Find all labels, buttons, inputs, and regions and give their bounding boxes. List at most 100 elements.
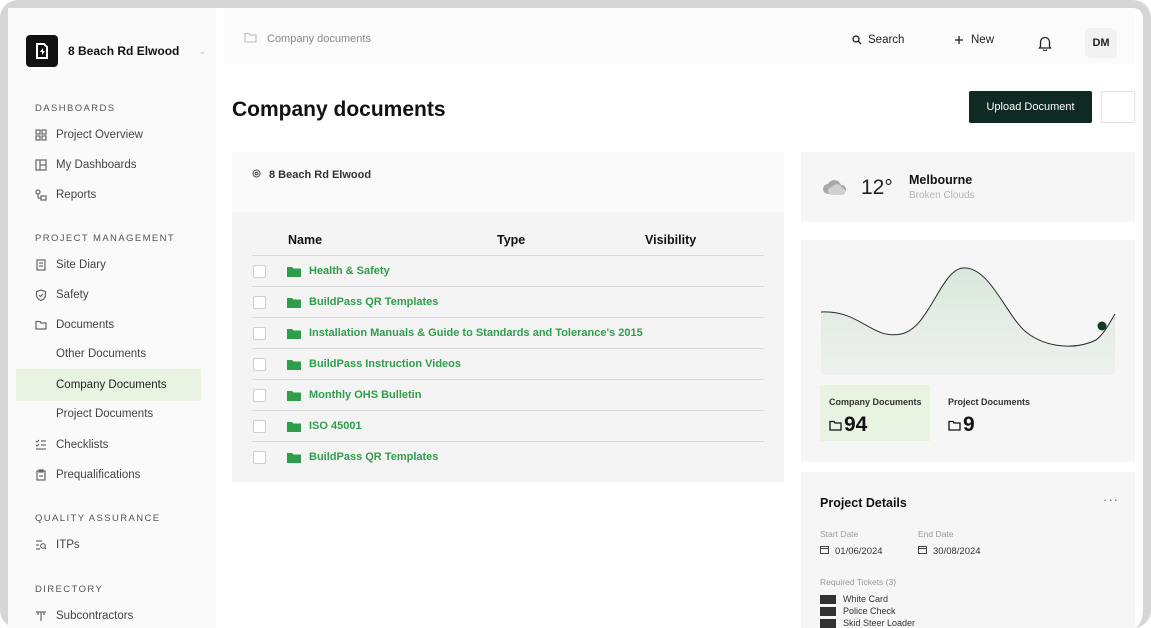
- row-checkbox[interactable]: [253, 419, 266, 433]
- more-options-icon[interactable]: ···: [1103, 492, 1119, 507]
- chevron-down-icon: ⌄: [198, 45, 206, 56]
- sidebar: 8 Beach Rd Elwood ⌄ DASHBOARDS Project O…: [8, 8, 216, 628]
- table-row[interactable]: BuildPass QR Templates: [252, 286, 764, 317]
- nav-label: Subcontractors: [56, 610, 134, 622]
- nav-reports[interactable]: Reports: [35, 183, 210, 207]
- search-label: Search: [868, 34, 905, 46]
- section-directory: DIRECTORY: [35, 584, 104, 595]
- avatar[interactable]: DM: [1085, 28, 1117, 58]
- table-row[interactable]: Monthly OHS Bulletin: [252, 379, 764, 410]
- table-row[interactable]: BuildPass QR Templates: [252, 441, 764, 472]
- nav-safety[interactable]: Safety: [35, 283, 210, 307]
- column-header-visibility[interactable]: Visibility: [645, 233, 696, 247]
- column-header-name[interactable]: Name: [288, 233, 322, 247]
- company-count: 94: [844, 413, 868, 436]
- folder-icon: [287, 266, 301, 277]
- notifications-button[interactable]: [1038, 35, 1052, 51]
- nav-prequalifications[interactable]: Prequalifications: [35, 463, 210, 487]
- nav-project-documents[interactable]: Project Documents: [56, 402, 153, 426]
- stat-label: Company Documents: [829, 397, 922, 407]
- project-switcher[interactable]: 8 Beach Rd Elwood ⌄: [26, 34, 206, 68]
- trend-sparkline: [820, 267, 1116, 375]
- table-row[interactable]: Health & Safety: [252, 255, 764, 286]
- ticket-badge: [820, 618, 836, 628]
- nav-site-diary[interactable]: Site Diary: [35, 253, 210, 277]
- nav-label: ITPs: [56, 539, 80, 551]
- row-checkbox[interactable]: [253, 450, 266, 464]
- table-row[interactable]: BuildPass Instruction Videos: [252, 348, 764, 379]
- itp-icon: [35, 539, 48, 552]
- stat-value: 94: [829, 413, 867, 437]
- location-pin-icon: [252, 169, 261, 181]
- folder-icon: [287, 328, 301, 339]
- nav-itps[interactable]: ITPs: [35, 533, 210, 557]
- breadcrumb[interactable]: Company documents: [244, 32, 371, 46]
- nav-label: Project Overview: [56, 129, 143, 141]
- nav-company-documents[interactable]: Company Documents: [56, 373, 167, 397]
- subcontractor-icon: [35, 610, 48, 623]
- stat-value: 9: [948, 413, 975, 437]
- nav-label: Checklists: [56, 439, 109, 451]
- nav-documents[interactable]: Documents: [35, 313, 210, 337]
- reports-icon: [35, 188, 48, 202]
- row-name[interactable]: Health & Safety: [309, 265, 390, 277]
- row-checkbox[interactable]: [253, 295, 266, 309]
- folder-icon: [829, 413, 842, 437]
- column-header-type[interactable]: Type: [497, 233, 525, 247]
- row-name[interactable]: BuildPass QR Templates: [309, 451, 438, 463]
- search-button[interactable]: Search: [852, 34, 904, 46]
- folder-icon: [287, 452, 301, 463]
- end-date: 30/08/2024: [918, 545, 981, 557]
- end-date-value: 30/08/2024: [933, 545, 981, 557]
- folder-icon: [287, 359, 301, 370]
- new-button[interactable]: New: [954, 34, 994, 46]
- row-name[interactable]: Installation Manuals & Guide to Standard…: [309, 327, 643, 339]
- nav-project-overview[interactable]: Project Overview: [35, 123, 210, 147]
- ticket-badge: [820, 594, 836, 604]
- row-checkbox[interactable]: [253, 388, 266, 402]
- nav-checklists[interactable]: Checklists: [35, 433, 210, 457]
- nav-label: Reports: [56, 189, 97, 201]
- row-name[interactable]: BuildPass QR Templates: [309, 296, 438, 308]
- weather-city: Melbourne: [909, 173, 973, 187]
- row-checkbox[interactable]: [253, 357, 266, 371]
- weather-condition: Broken Clouds: [909, 190, 975, 201]
- folder-icon: [287, 297, 301, 308]
- row-name[interactable]: ISO 45001: [309, 420, 362, 432]
- trend-point[interactable]: [1097, 321, 1107, 331]
- project-documents-stat[interactable]: Project Documents 9: [939, 385, 1049, 441]
- stat-label: Project Documents: [948, 397, 1031, 407]
- documents-panel: 8 Beach Rd Elwood Name Type Visibility H…: [232, 152, 784, 482]
- clipboard-icon: [35, 468, 48, 482]
- row-name[interactable]: Monthly OHS Bulletin: [309, 389, 421, 401]
- start-date-label: Start Date: [820, 529, 859, 539]
- ticket-label: Skid Steer Loader: [843, 618, 916, 628]
- grid-icon: [35, 128, 48, 142]
- location-text: 8 Beach Rd Elwood: [269, 169, 372, 181]
- row-checkbox[interactable]: [253, 264, 266, 278]
- options-button[interactable]: [1101, 91, 1135, 123]
- ticket-label: White Card: [843, 594, 889, 604]
- nav-label: Site Diary: [56, 259, 106, 271]
- required-tickets-label: Required Tickets (3): [820, 577, 897, 587]
- row-checkbox[interactable]: [253, 326, 266, 340]
- nav-other-documents[interactable]: Other Documents: [56, 342, 146, 366]
- checklist-icon: [35, 439, 48, 452]
- folder-icon: [287, 421, 301, 432]
- nav-label: My Dashboards: [56, 159, 137, 171]
- section-project-management: PROJECT MANAGEMENT: [35, 233, 176, 244]
- ticket-label: Police Check: [843, 606, 896, 616]
- ticket-item: Police Check: [820, 606, 896, 616]
- brand-logo: [26, 35, 58, 67]
- table-row[interactable]: ISO 45001: [252, 410, 764, 441]
- upload-document-button[interactable]: Upload Document: [969, 91, 1092, 123]
- row-name[interactable]: BuildPass Instruction Videos: [309, 358, 461, 370]
- plus-icon: [954, 35, 964, 45]
- folder-icon: [35, 319, 48, 332]
- section-dashboards: DASHBOARDS: [35, 103, 116, 114]
- table-row[interactable]: Installation Manuals & Guide to Standard…: [252, 317, 764, 348]
- company-documents-stat[interactable]: Company Documents 94: [820, 385, 930, 441]
- bell-icon: [1038, 35, 1052, 51]
- nav-my-dashboards[interactable]: My Dashboards: [35, 153, 210, 177]
- nav-subcontractors[interactable]: Subcontractors: [35, 604, 210, 628]
